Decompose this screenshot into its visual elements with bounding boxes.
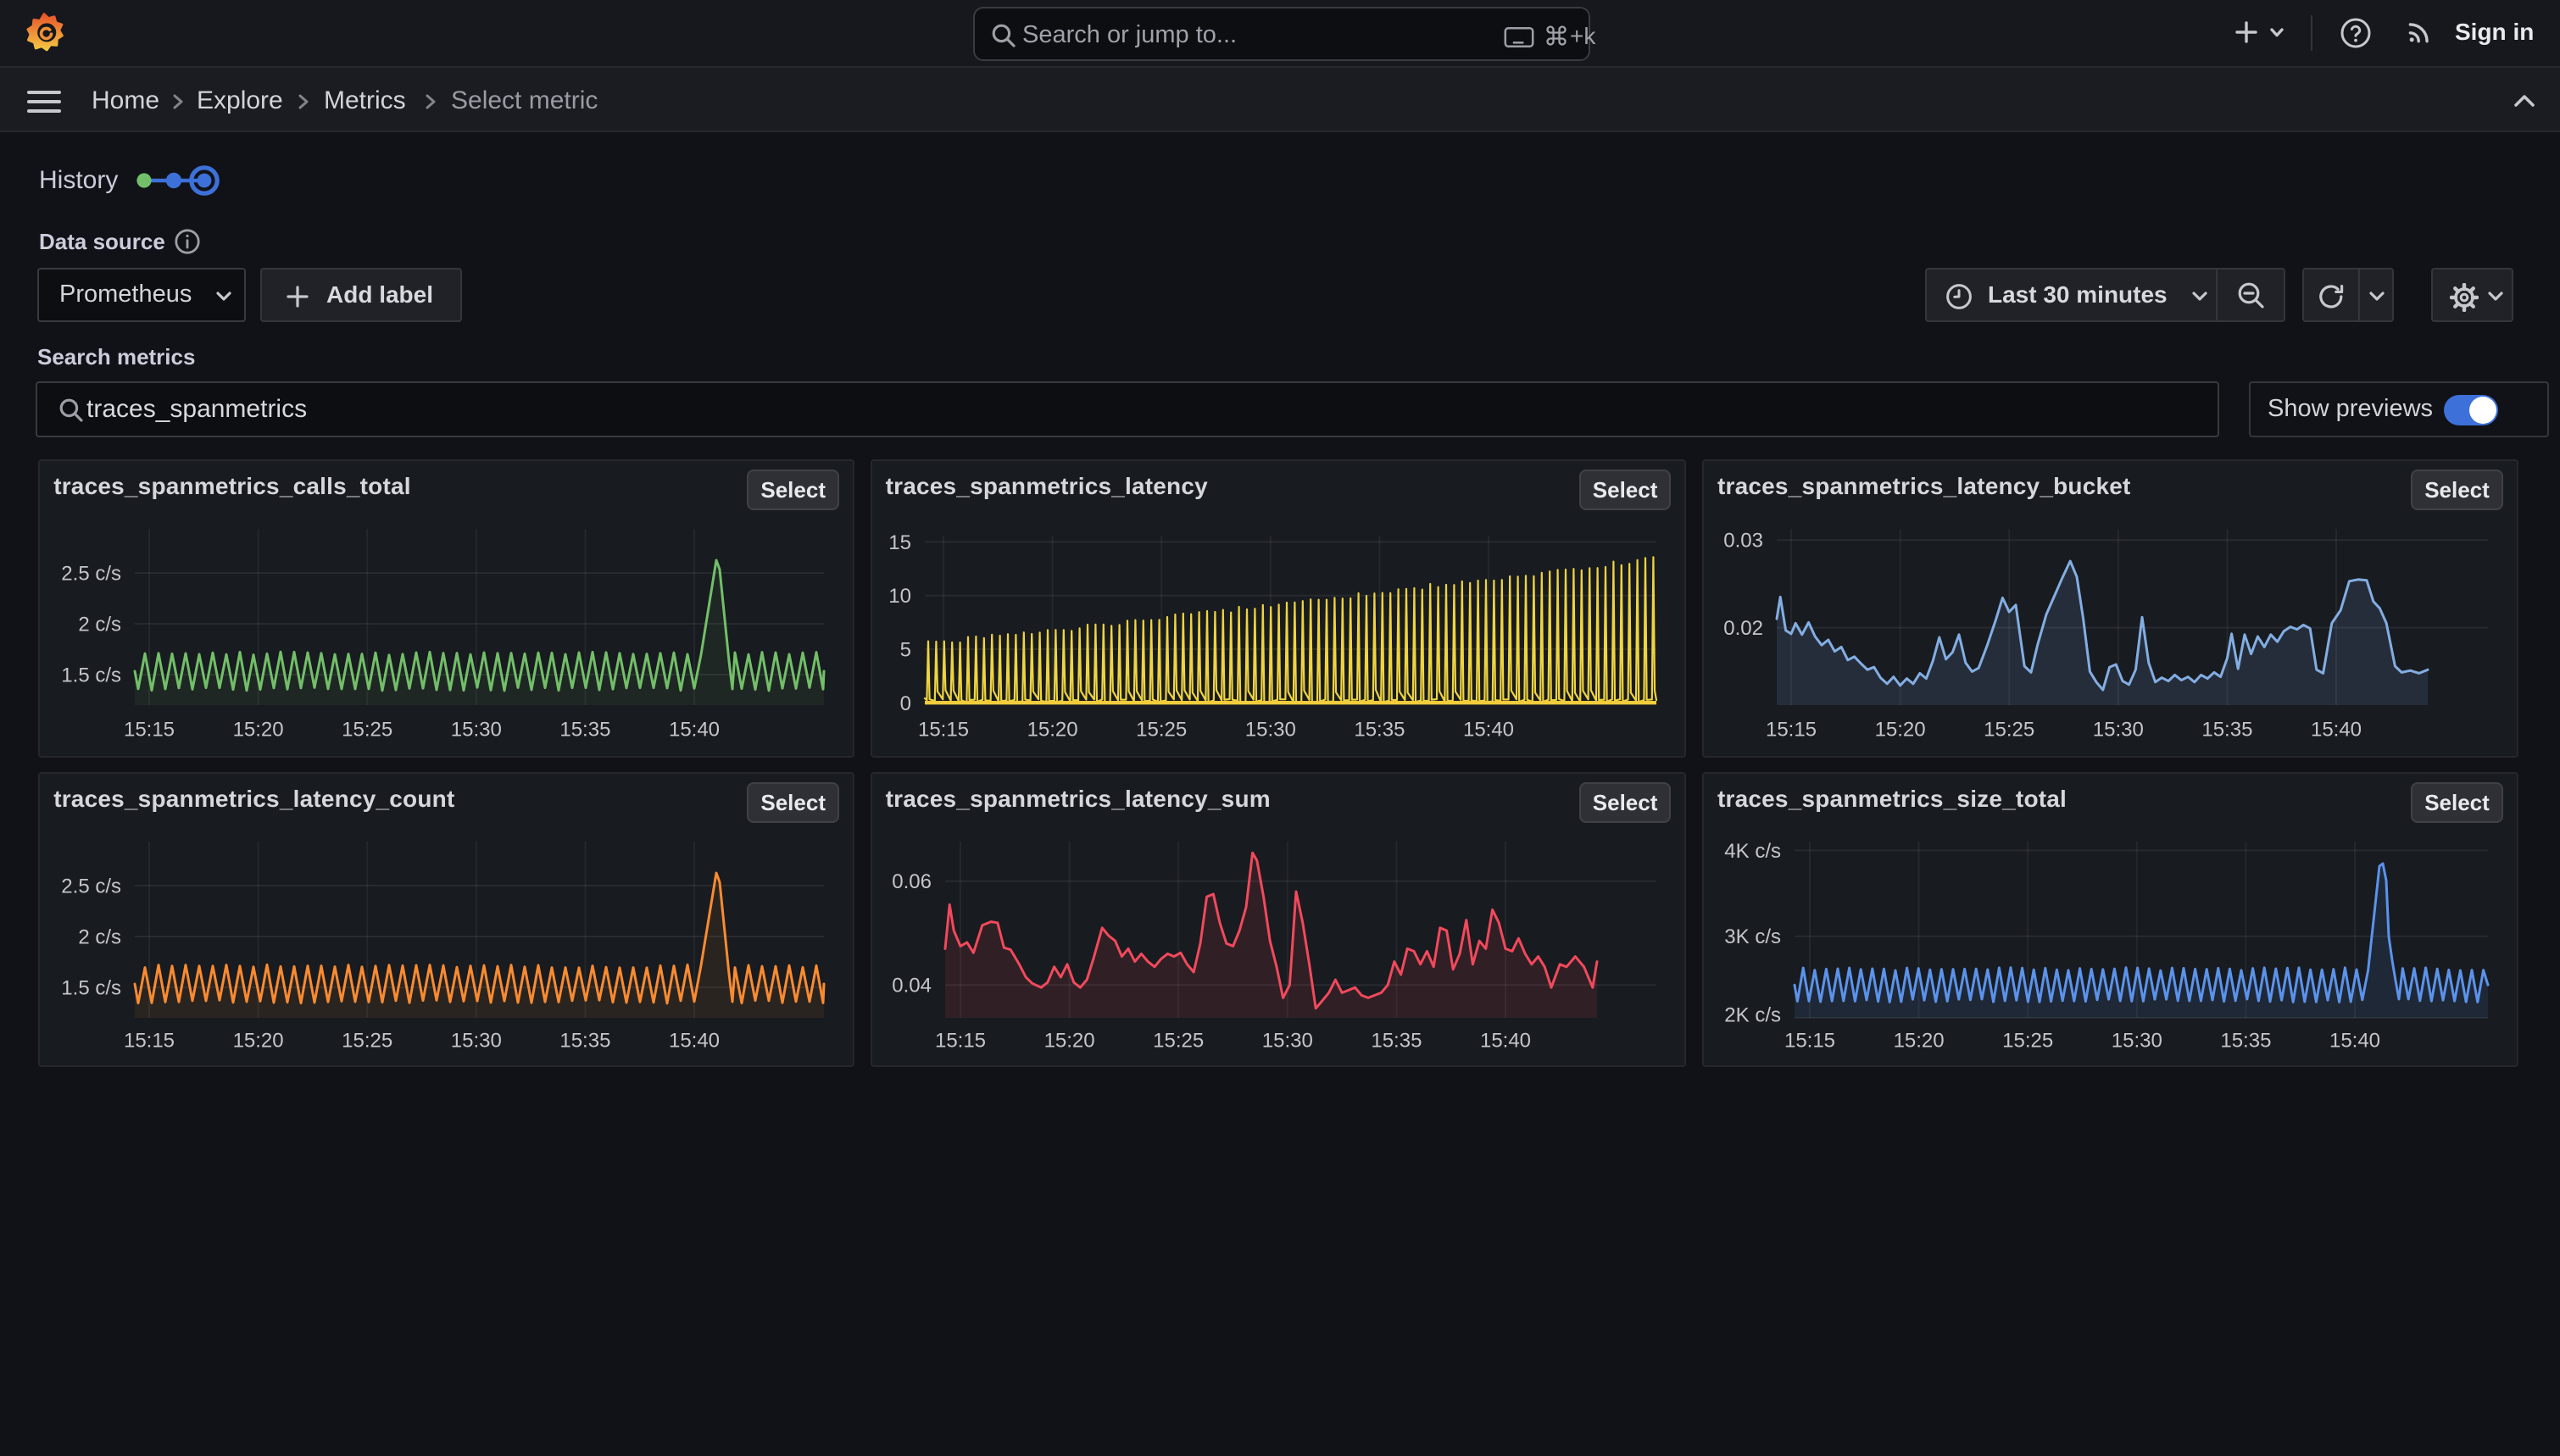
svg-text:15:40: 15:40 — [669, 1029, 720, 1052]
svg-text:15:40: 15:40 — [2329, 1029, 2380, 1052]
svg-text:0.06: 0.06 — [892, 870, 932, 893]
svg-text:15:35: 15:35 — [560, 1029, 611, 1052]
svg-text:15:25: 15:25 — [1153, 1029, 1204, 1052]
svg-text:15:35: 15:35 — [2201, 718, 2252, 741]
svg-text:15:15: 15:15 — [935, 1029, 986, 1052]
svg-text:15:30: 15:30 — [451, 718, 502, 741]
svg-text:15:15: 15:15 — [124, 718, 175, 741]
svg-text:15:20: 15:20 — [1875, 718, 1926, 741]
svg-text:15:30: 15:30 — [451, 1029, 502, 1052]
svg-text:1.5 c/s: 1.5 c/s — [61, 664, 121, 686]
svg-text:15:40: 15:40 — [1463, 718, 1514, 741]
svg-text:2 c/s: 2 c/s — [79, 925, 122, 948]
svg-text:15:40: 15:40 — [1480, 1029, 1531, 1052]
svg-text:15:20: 15:20 — [1043, 1029, 1094, 1052]
svg-text:0.04: 0.04 — [892, 975, 932, 998]
svg-text:15:15: 15:15 — [1784, 1029, 1835, 1052]
svg-text:15:25: 15:25 — [1984, 718, 2034, 741]
svg-text:15:15: 15:15 — [918, 718, 969, 741]
svg-text:15:20: 15:20 — [233, 1029, 284, 1052]
svg-text:15:25: 15:25 — [342, 718, 392, 741]
svg-text:15:35: 15:35 — [2220, 1029, 2271, 1052]
svg-text:15:35: 15:35 — [1371, 1029, 1422, 1052]
svg-text:2.5 c/s: 2.5 c/s — [61, 875, 121, 897]
svg-text:1.5 c/s: 1.5 c/s — [61, 976, 121, 999]
svg-text:15:15: 15:15 — [124, 1029, 175, 1052]
svg-text:10: 10 — [888, 585, 911, 608]
svg-text:15:15: 15:15 — [1766, 718, 1817, 741]
svg-text:15:40: 15:40 — [669, 718, 720, 741]
svg-text:15:30: 15:30 — [2112, 1029, 2162, 1052]
svg-text:0.03: 0.03 — [1723, 530, 1763, 553]
svg-text:0.02: 0.02 — [1723, 617, 1763, 640]
svg-text:15:30: 15:30 — [1244, 718, 1295, 741]
svg-text:15:25: 15:25 — [1136, 718, 1187, 741]
svg-text:5: 5 — [899, 638, 910, 661]
svg-text:15:25: 15:25 — [2002, 1029, 2053, 1052]
svg-text:4K c/s: 4K c/s — [1724, 840, 1781, 863]
svg-text:15:35: 15:35 — [1354, 718, 1405, 741]
svg-text:0: 0 — [899, 692, 910, 715]
svg-text:15:30: 15:30 — [2093, 718, 2144, 741]
svg-text:15:20: 15:20 — [1894, 1029, 1945, 1052]
svg-text:15: 15 — [888, 531, 911, 554]
svg-text:15:40: 15:40 — [2311, 718, 2362, 741]
svg-text:15:25: 15:25 — [342, 1029, 392, 1052]
svg-text:3K c/s: 3K c/s — [1724, 925, 1781, 948]
svg-text:2K c/s: 2K c/s — [1724, 1003, 1781, 1026]
svg-text:2 c/s: 2 c/s — [79, 613, 122, 636]
svg-text:15:20: 15:20 — [233, 718, 284, 741]
svg-text:15:20: 15:20 — [1027, 718, 1077, 741]
svg-text:2.5 c/s: 2.5 c/s — [61, 562, 121, 585]
svg-text:15:30: 15:30 — [1261, 1029, 1312, 1052]
svg-text:15:35: 15:35 — [560, 718, 611, 741]
